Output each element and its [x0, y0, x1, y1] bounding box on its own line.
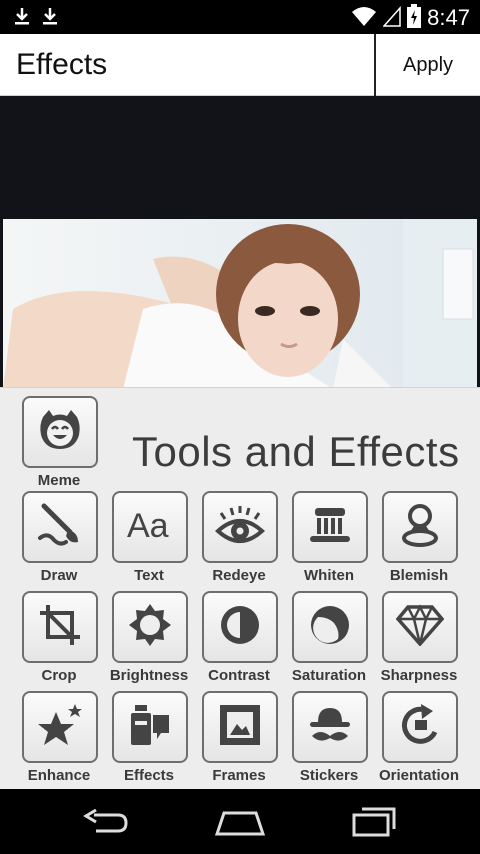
action-bar: Effects Apply [0, 34, 480, 96]
tool-effects[interactable]: Effects [103, 691, 193, 787]
brightness-button[interactable] [112, 591, 188, 663]
crop-button[interactable] [22, 591, 98, 663]
tool-text[interactable]: Aa Text [103, 491, 193, 587]
orientation-button[interactable] [382, 691, 458, 763]
frames-button[interactable] [202, 691, 278, 763]
tool-label: Text [134, 567, 164, 584]
status-bar: 8:47 [0, 0, 480, 34]
contrast-button[interactable] [202, 591, 278, 663]
tool-whiten[interactable]: Whiten [283, 491, 373, 587]
tool-label: Enhance [27, 767, 91, 784]
tool-orientation[interactable]: Orientation [373, 691, 463, 787]
tool-stickers[interactable]: Stickers [283, 691, 373, 787]
signal-icon [382, 5, 401, 31]
text-aa-icon: Aa [125, 505, 175, 549]
tool-blemish[interactable]: Blemish [373, 491, 463, 587]
crop-icon [38, 603, 82, 651]
effects-button[interactable] [112, 691, 188, 763]
tool-label: Crop [41, 667, 77, 684]
home-icon[interactable] [214, 809, 266, 841]
blemish-icon [400, 502, 440, 552]
tool-enhance[interactable]: Enhance [13, 691, 103, 787]
screen: 8:47 Effects Apply Tools and Effects Mem… [0, 0, 480, 854]
tool-label: Redeye [212, 567, 266, 584]
back-icon[interactable] [82, 808, 130, 839]
tool-contrast[interactable]: Contrast [193, 591, 283, 687]
toothbrush-icon [307, 504, 353, 550]
page-title: Effects [16, 48, 108, 81]
meme-face-icon [37, 407, 83, 457]
enhance-button[interactable] [22, 691, 98, 763]
tool-label: Saturation [291, 667, 367, 684]
tool-label: Blemish [389, 567, 449, 584]
whiten-button[interactable] [292, 491, 368, 563]
stickers-button[interactable] [292, 691, 368, 763]
tool-crop[interactable]: Crop [13, 591, 103, 687]
tool-label: Sharpness [380, 667, 458, 684]
saturation-button[interactable] [292, 591, 368, 663]
effects-icon [127, 703, 173, 751]
brush-icon [36, 502, 84, 552]
redeye-button[interactable] [202, 491, 278, 563]
download-icon [14, 6, 30, 30]
navigation-bar [0, 789, 480, 854]
tool-meme[interactable]: Meme [13, 396, 103, 492]
tool-label: Effects [123, 767, 175, 784]
draw-button[interactable] [22, 491, 98, 563]
contrast-icon [218, 603, 262, 651]
tool-saturation[interactable]: Saturation [283, 591, 373, 687]
blemish-button[interactable] [382, 491, 458, 563]
photo-image[interactable] [3, 219, 477, 389]
download-icon [42, 6, 58, 30]
meme-button[interactable] [22, 396, 98, 468]
apply-button[interactable]: Apply [376, 34, 480, 96]
battery-charging-icon [407, 4, 422, 32]
sun-icon [127, 602, 173, 652]
hat-mustache-icon [306, 704, 354, 750]
frame-icon [217, 702, 263, 752]
wifi-icon [351, 5, 377, 31]
text-button[interactable]: Aa [112, 491, 188, 563]
panel-title: Tools and Effects [132, 428, 460, 475]
saturation-icon [308, 603, 352, 651]
stars-icon [36, 702, 84, 752]
tool-redeye[interactable]: Redeye [193, 491, 283, 587]
tool-label: Contrast [208, 667, 270, 684]
sharpness-button[interactable] [382, 591, 458, 663]
tool-label: Draw [40, 567, 78, 584]
tool-frames[interactable]: Frames [193, 691, 283, 787]
tool-label: Brightness [109, 667, 189, 684]
svg-text:Aa: Aa [127, 507, 169, 545]
tool-label: Whiten [304, 567, 354, 584]
tool-label: Orientation [378, 767, 459, 784]
rotate-icon [397, 702, 443, 752]
status-time: 8:47 [427, 5, 470, 30]
tool-draw[interactable]: Draw [13, 491, 103, 587]
tool-label: Stickers [299, 767, 359, 784]
diamond-icon [395, 604, 445, 650]
tool-sharpness[interactable]: Sharpness [373, 591, 463, 687]
tool-brightness[interactable]: Brightness [103, 591, 193, 687]
tool-label: Frames [212, 767, 266, 784]
tools-panel: Tools and Effects Meme Draw Aa Text Rede… [0, 387, 480, 789]
eye-icon [215, 503, 265, 551]
tool-label: Meme [37, 472, 81, 489]
recents-icon[interactable] [350, 807, 398, 841]
